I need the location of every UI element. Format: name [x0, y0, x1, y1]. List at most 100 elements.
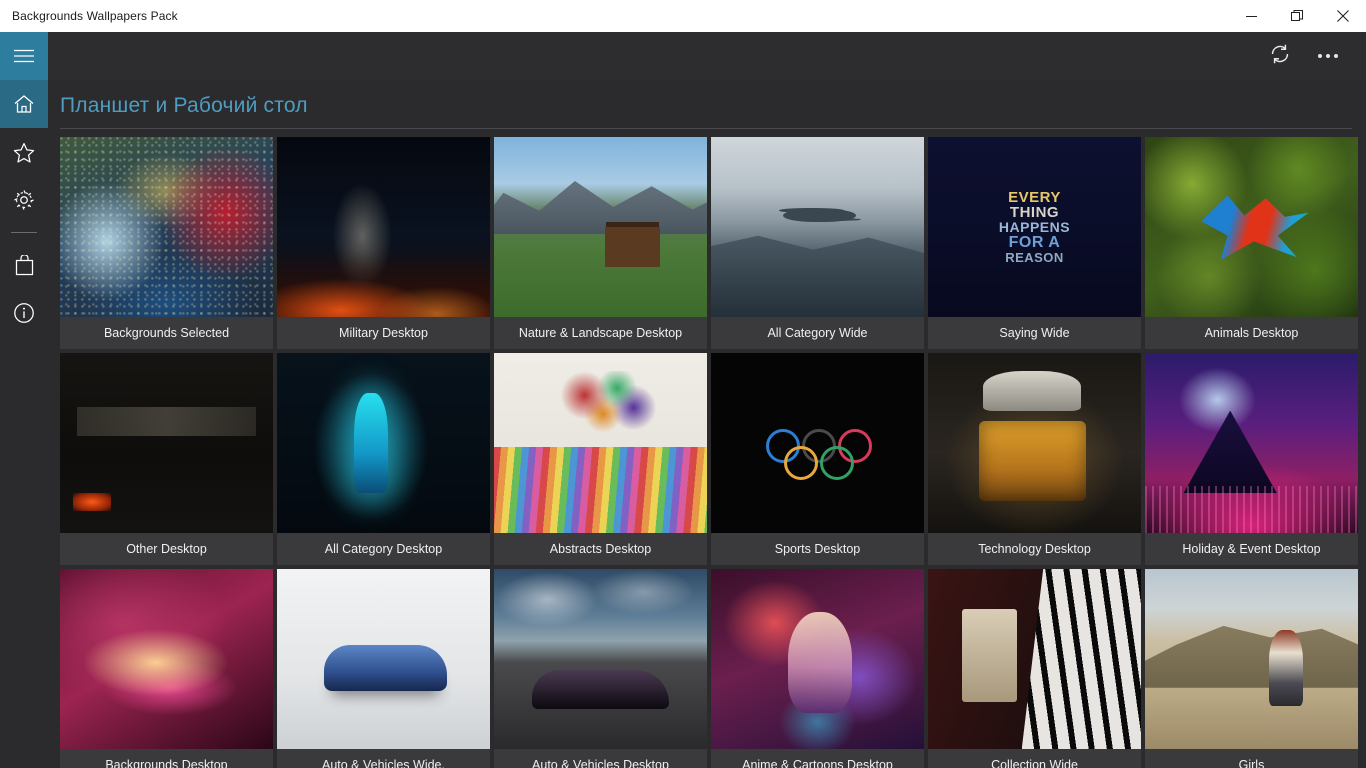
- wallpaper-thumbnail[interactable]: [494, 353, 707, 533]
- sidebar-item-store[interactable]: [0, 241, 48, 289]
- wallpaper-tile-label: Backgrounds Selected: [60, 317, 273, 349]
- refresh-button[interactable]: [1256, 34, 1304, 78]
- poster-line: FOR A: [1008, 233, 1061, 251]
- thumbnail-artwork: [494, 353, 707, 533]
- wallpaper-tile-label: Other Desktop: [60, 533, 273, 565]
- wallpaper-thumbnail[interactable]: [1145, 353, 1358, 533]
- wallpaper-thumbnail[interactable]: [277, 353, 490, 533]
- wallpaper-tile[interactable]: Collection Wide: [928, 569, 1141, 768]
- wallpaper-tile[interactable]: Military Desktop: [277, 137, 490, 349]
- wallpaper-thumbnail[interactable]: [277, 137, 490, 317]
- more-options-button[interactable]: [1304, 34, 1352, 78]
- wallpaper-thumbnail[interactable]: [928, 353, 1141, 533]
- thumbnail-artwork: [711, 353, 924, 533]
- wallpaper-tile[interactable]: Auto & Vehicles Desktop: [494, 569, 707, 768]
- thumbnail-artwork: [494, 137, 707, 317]
- thumbnail-artwork: EVERY THING HAPPENS FOR A REASON: [928, 137, 1141, 317]
- wallpaper-tile-label: Collection Wide: [928, 749, 1141, 768]
- thumbnail-artwork: [277, 353, 490, 533]
- hamburger-menu-button[interactable]: [0, 32, 48, 80]
- rail-spacer: [0, 337, 48, 768]
- ring: [784, 445, 819, 480]
- wallpaper-tile[interactable]: EVERY THING HAPPENS FOR A REASON Saying Wide: [928, 137, 1141, 349]
- sidebar-item-about[interactable]: [0, 289, 48, 337]
- wallpaper-tile[interactable]: Other Desktop: [60, 353, 273, 565]
- thumbnail-artwork: [277, 569, 490, 749]
- wallpaper-tile[interactable]: Nature & Landscape Desktop: [494, 137, 707, 349]
- poster-line: EVERY: [1008, 188, 1061, 206]
- wallpaper-tile[interactable]: Backgrounds Selected: [60, 137, 273, 349]
- thumbnail-artwork: [277, 137, 490, 317]
- wallpaper-thumbnail[interactable]: [60, 569, 273, 749]
- app-body: Планшет и Рабочий стол Backgrounds Selec…: [0, 32, 1366, 768]
- thumbnail-artwork: [711, 137, 924, 317]
- wallpaper-tile-label: Animals Desktop: [1145, 317, 1358, 349]
- wallpaper-thumbnail[interactable]: [711, 569, 924, 749]
- wallpaper-tile[interactable]: Auto & Vehicles Wide.: [277, 569, 490, 768]
- more-options-icon: [1318, 54, 1338, 58]
- wallpaper-thumbnail[interactable]: [494, 137, 707, 317]
- wallpaper-tile-label: Girls: [1145, 749, 1358, 768]
- olympic-rings-icon: [766, 428, 898, 512]
- wallpaper-thumbnail[interactable]: [928, 569, 1141, 749]
- thumbnail-artwork: [711, 569, 924, 749]
- rail-divider: [11, 232, 37, 233]
- home-icon: [13, 94, 35, 114]
- wallpaper-gallery-page: Планшет и Рабочий стол Backgrounds Selec…: [48, 80, 1366, 768]
- wallpaper-thumbnail[interactable]: [1145, 569, 1358, 749]
- wallpaper-tile[interactable]: Backgrounds Desktop: [60, 569, 273, 768]
- wallpaper-tile-label: All Category Desktop: [277, 533, 490, 565]
- wallpaper-tile[interactable]: Abstracts Desktop: [494, 353, 707, 565]
- poster-line: HAPPENS: [998, 219, 1071, 236]
- sidebar-item-favorites[interactable]: [0, 128, 48, 176]
- wallpaper-thumbnail[interactable]: [60, 137, 273, 317]
- wallpaper-tile[interactable]: Anime & Cartoons Desktop: [711, 569, 924, 768]
- wallpaper-thumbnail[interactable]: EVERY THING HAPPENS FOR A REASON: [928, 137, 1141, 317]
- maximize-button[interactable]: [1274, 0, 1320, 32]
- wallpaper-tile-label: Technology Desktop: [928, 533, 1141, 565]
- minimize-button[interactable]: [1228, 0, 1274, 32]
- wallpaper-tile-label: Auto & Vehicles Desktop: [494, 749, 707, 768]
- wallpaper-thumbnail[interactable]: [277, 569, 490, 749]
- wallpaper-tile[interactable]: Animals Desktop: [1145, 137, 1358, 349]
- thumbnail-artwork: [1145, 569, 1358, 749]
- wallpaper-thumbnail[interactable]: [494, 569, 707, 749]
- info-icon: [13, 302, 35, 324]
- thumbnail-artwork: [60, 137, 273, 317]
- wallpaper-tile[interactable]: Holiday & Event Desktop: [1145, 353, 1358, 565]
- sidebar-item-home[interactable]: [0, 80, 48, 128]
- thumbnail-artwork: [928, 569, 1141, 749]
- thumbnail-artwork: [928, 353, 1141, 533]
- navigation-rail: [0, 32, 48, 768]
- wallpaper-tile-label: Backgrounds Desktop: [60, 749, 273, 768]
- thumbnail-artwork: [494, 569, 707, 749]
- thumbnail-artwork: [60, 353, 273, 533]
- hamburger-icon: [13, 48, 35, 64]
- wallpaper-tile-label: All Category Wide: [711, 317, 924, 349]
- wallpaper-thumbnail[interactable]: [711, 353, 924, 533]
- wallpaper-tile[interactable]: Technology Desktop: [928, 353, 1141, 565]
- thumbnail-artwork: [1145, 137, 1358, 317]
- wallpaper-tile[interactable]: All Category Desktop: [277, 353, 490, 565]
- wallpaper-tile-label: Holiday & Event Desktop: [1145, 533, 1358, 565]
- star-icon: [13, 142, 35, 163]
- wallpaper-tile-grid: Backgrounds Selected Military Desktop Natu…: [48, 137, 1366, 768]
- content-area: Планшет и Рабочий стол Backgrounds Selec…: [48, 32, 1366, 768]
- window-controls: [1228, 0, 1366, 32]
- wallpaper-thumbnail[interactable]: [1145, 137, 1358, 317]
- wallpaper-tile[interactable]: All Category Wide: [711, 137, 924, 349]
- thumbnail-artwork: [60, 569, 273, 749]
- close-button[interactable]: [1320, 0, 1366, 32]
- wallpaper-thumbnail[interactable]: [60, 353, 273, 533]
- title-divider: [60, 128, 1352, 129]
- wallpaper-tile-label: Auto & Vehicles Wide.: [277, 749, 490, 768]
- wallpaper-tile[interactable]: Sports Desktop: [711, 353, 924, 565]
- wallpaper-tile-label: Abstracts Desktop: [494, 533, 707, 565]
- window-title-bar: Backgrounds Wallpapers Pack: [0, 0, 1366, 32]
- sidebar-item-settings[interactable]: [0, 176, 48, 224]
- thumbnail-artwork: [1145, 353, 1358, 533]
- wallpaper-tile-label: Nature & Landscape Desktop: [494, 317, 707, 349]
- wallpaper-thumbnail[interactable]: [711, 137, 924, 317]
- command-bar: [48, 32, 1366, 80]
- wallpaper-tile[interactable]: Girls: [1145, 569, 1358, 768]
